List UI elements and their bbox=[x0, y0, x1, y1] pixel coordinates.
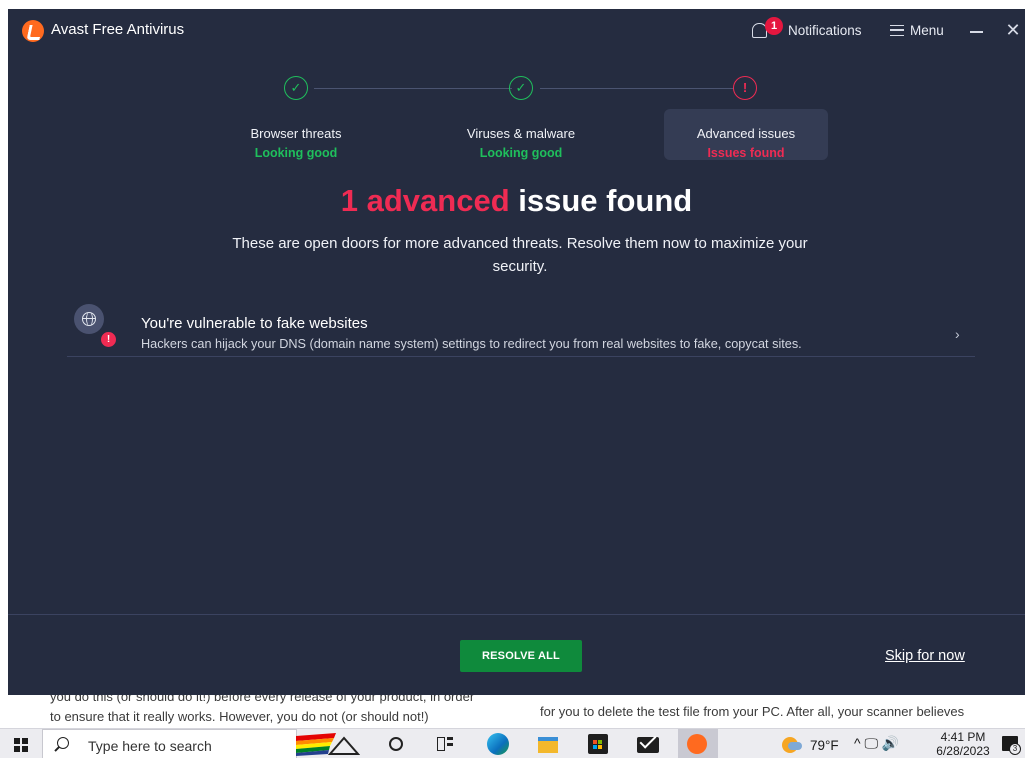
issue-icon-container bbox=[74, 304, 104, 334]
step-status-browser-threats: Looking good bbox=[254, 146, 338, 160]
weather-temperature[interactable]: 79°F bbox=[810, 738, 839, 753]
chevron-right-icon: › bbox=[955, 326, 960, 342]
windows-start-icon[interactable] bbox=[14, 738, 28, 752]
step-title-viruses-malware: Viruses & malware bbox=[466, 126, 576, 141]
microsoft-store-icon[interactable] bbox=[588, 734, 608, 754]
notification-count-badge: 1 bbox=[765, 17, 783, 35]
page-subtitle: These are open doors for more advanced t… bbox=[232, 235, 808, 275]
avast-window: Avast Free Antivirus 1 Notifications Men… bbox=[8, 9, 1025, 695]
step-status-viruses-malware: Looking good bbox=[479, 146, 563, 160]
system-tray[interactable]: ^ 🖵 🔊 bbox=[854, 735, 899, 752]
cloud-icon bbox=[788, 742, 802, 750]
headline-rest-text: issue found bbox=[509, 183, 693, 218]
alert-badge-icon: ! bbox=[101, 332, 116, 347]
task-view-icon[interactable] bbox=[437, 735, 453, 753]
taskbar-search[interactable]: Type here to search bbox=[42, 729, 297, 758]
avast-logo-icon bbox=[22, 20, 44, 42]
notifications-label: Notifications bbox=[788, 23, 862, 38]
cortana-icon[interactable] bbox=[389, 737, 403, 751]
check-icon: ✓ bbox=[509, 76, 533, 100]
action-center-count: 3 bbox=[1009, 743, 1021, 755]
step-status-advanced-issues: Issues found bbox=[707, 146, 785, 160]
search-placeholder: Type here to search bbox=[88, 738, 212, 754]
menu-label: Menu bbox=[910, 23, 944, 38]
background-text-line: to ensure that it really works. However,… bbox=[50, 709, 429, 724]
issue-count-text: 1 advanced bbox=[340, 183, 510, 218]
mail-icon[interactable] bbox=[637, 731, 659, 753]
step-connector bbox=[540, 88, 734, 89]
notifications-button[interactable]: 1 Notifications bbox=[752, 17, 882, 45]
step-title-browser-threats: Browser threats bbox=[250, 126, 342, 141]
edge-browser-icon[interactable] bbox=[487, 733, 509, 755]
title-bar: Avast Free Antivirus 1 Notifications Men… bbox=[8, 9, 1025, 51]
globe-icon bbox=[82, 312, 96, 326]
resolve-all-button[interactable]: RESOLVE ALL bbox=[460, 640, 582, 672]
windows-taskbar: Type here to search 79°F ^ 🖵 🔊 4:41 PM 6… bbox=[0, 728, 1025, 758]
menu-button[interactable]: Menu bbox=[890, 23, 950, 41]
check-icon: ✓ bbox=[284, 76, 308, 100]
alert-icon: ! bbox=[733, 76, 757, 100]
pride-banner-icon[interactable] bbox=[296, 732, 360, 756]
page-title: 1 advanced issue found bbox=[8, 183, 1025, 219]
clock-time[interactable]: 4:41 PM bbox=[935, 730, 991, 744]
issue-description: Hackers can hijack your DNS (domain name… bbox=[141, 337, 802, 351]
skip-for-now-link[interactable]: Skip for now bbox=[885, 648, 965, 664]
minimize-button[interactable] bbox=[968, 23, 986, 41]
issue-row-fake-websites[interactable]: ! You're vulnerable to fake websites Hac… bbox=[67, 298, 975, 357]
avast-taskbar-button[interactable] bbox=[678, 729, 718, 758]
step-connector bbox=[314, 88, 512, 89]
search-icon bbox=[57, 737, 69, 749]
issue-title: You're vulnerable to fake websites bbox=[141, 315, 368, 332]
background-text-line: for you to delete the test file from you… bbox=[540, 704, 965, 719]
footer-divider bbox=[8, 614, 1025, 615]
clock-date[interactable]: 6/28/2023 bbox=[932, 744, 994, 758]
file-explorer-icon[interactable] bbox=[538, 737, 558, 753]
app-title: Avast Free Antivirus bbox=[51, 21, 185, 38]
hamburger-icon bbox=[890, 25, 904, 36]
close-button[interactable]: ✕ bbox=[1004, 21, 1022, 39]
step-title-advanced-issues: Advanced issues bbox=[696, 126, 796, 141]
